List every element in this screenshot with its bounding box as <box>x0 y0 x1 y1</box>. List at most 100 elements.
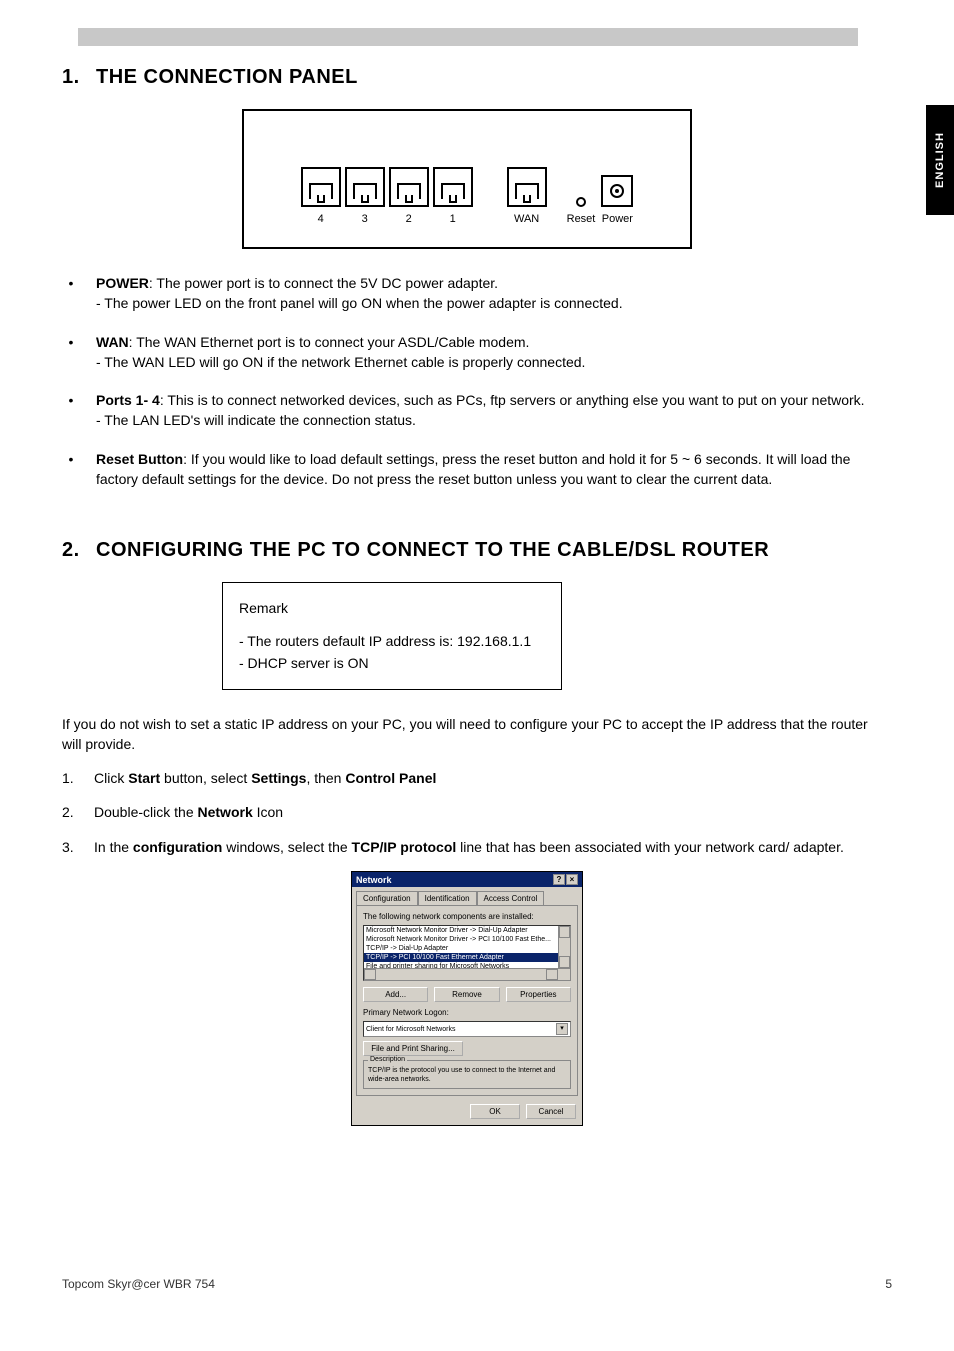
bullet-power-bold: POWER <box>96 275 149 291</box>
tab-configuration[interactable]: Configuration <box>356 891 418 905</box>
bullet-ports: • Ports 1- 4: This is to connect network… <box>66 390 872 431</box>
bullet-reset-text: : If you would like to load default sett… <box>96 451 850 487</box>
logon-label: Primary Network Logon: <box>363 1008 571 1017</box>
step-1-bold-2: Settings <box>251 770 306 786</box>
bullet-ports-bold: Ports 1- 4 <box>96 392 160 408</box>
power-label: Power <box>602 213 633 225</box>
scrollbar-horizontal-icon[interactable] <box>364 968 570 980</box>
remark-box: Remark - The routers default IP address … <box>222 582 562 689</box>
tab-access-control[interactable]: Access Control <box>477 891 545 905</box>
step-2-number: 2. <box>62 802 80 822</box>
step-2-text-b: Icon <box>253 804 283 820</box>
section-2-paragraph: If you do not wish to set a static IP ad… <box>62 714 872 755</box>
bullet-dot-icon: • <box>66 449 76 490</box>
components-listbox[interactable]: Microsoft Network Monitor Driver -> Dial… <box>363 925 571 981</box>
chevron-down-icon[interactable]: ▾ <box>556 1023 568 1035</box>
step-1-text-a: Click <box>94 770 128 786</box>
ok-button[interactable]: OK <box>470 1104 520 1119</box>
components-caption: The following network components are ins… <box>363 912 571 921</box>
port-3-icon <box>345 167 385 207</box>
port-1-label: 1 <box>450 213 456 225</box>
properties-button[interactable]: Properties <box>506 987 571 1002</box>
step-3-text-c: line that has been associated with your … <box>456 839 844 855</box>
step-1-bold-1: Start <box>128 770 160 786</box>
bullet-power-text: : The power port is to connect the 5V DC… <box>149 275 498 291</box>
section-2-heading: 2. CONFIGURING THE PC TO CONNECT TO THE … <box>62 539 872 562</box>
page-footer: Topcom Skyr@cer WBR 754 5 <box>62 1277 892 1291</box>
bullet-power: • POWER: The power port is to connect th… <box>66 273 872 314</box>
close-icon[interactable]: × <box>566 874 578 885</box>
remove-button[interactable]: Remove <box>434 987 499 1002</box>
logon-value: Client for Microsoft Networks <box>366 1026 455 1033</box>
section-1-bullets: • POWER: The power port is to connect th… <box>66 273 872 489</box>
dialog-tabs: Configuration Identification Access Cont… <box>352 887 582 905</box>
step-2-text-a: Double-click the <box>94 804 198 820</box>
page-content: 1. THE CONNECTION PANEL 4 3 2 1 WAN Rese… <box>62 66 872 1126</box>
port-2-icon <box>389 167 429 207</box>
bullet-ports-text: : This is to connect networked devices, … <box>160 392 865 408</box>
remark-line-2: - DHCP server is ON <box>239 652 545 674</box>
wan-port-icon <box>507 167 547 207</box>
bullet-wan: • WAN: The WAN Ethernet port is to conne… <box>66 332 872 373</box>
power-jack-icon <box>601 175 633 207</box>
file-print-sharing-button[interactable]: File and Print Sharing... <box>363 1041 463 1056</box>
wan-port-label: WAN <box>514 213 539 225</box>
description-fieldset: Description TCP/IP is the protocol you u… <box>363 1060 571 1089</box>
dialog-titlebar: Network ? × <box>352 872 582 887</box>
reset-button-icon <box>576 197 586 207</box>
step-1-text-c: , then <box>306 770 345 786</box>
port-3-label: 3 <box>362 213 368 225</box>
language-tab: ENGLISH <box>926 105 954 215</box>
add-button[interactable]: Add... <box>363 987 428 1002</box>
port-4-label: 4 <box>318 213 324 225</box>
header-bar <box>78 28 858 46</box>
bullet-reset: • Reset Button: If you would like to loa… <box>66 449 872 490</box>
dialog-body: The following network components are ins… <box>356 905 578 1096</box>
step-2-bold-1: Network <box>198 804 253 820</box>
port-2-label: 2 <box>406 213 412 225</box>
reset-label: Reset <box>567 213 596 225</box>
bullet-wan-bold: WAN <box>96 334 129 350</box>
description-legend: Description <box>368 1056 407 1063</box>
step-1: 1. Click Start button, select Settings, … <box>62 768 872 788</box>
tab-identification[interactable]: Identification <box>418 891 477 905</box>
bullet-reset-bold: Reset Button <box>96 451 183 467</box>
cancel-button[interactable]: Cancel <box>526 1104 576 1119</box>
bullet-power-sub: - The power LED on the front panel will … <box>96 295 623 311</box>
step-3-bold-2: TCP/IP protocol <box>352 839 457 855</box>
lan-port-group: 4 3 2 1 <box>301 167 473 225</box>
step-1-number: 1. <box>62 768 80 788</box>
remark-heading: Remark <box>239 597 545 619</box>
port-1-icon <box>433 167 473 207</box>
bullet-ports-sub: - The LAN LED's will indicate the connec… <box>96 412 416 428</box>
logon-combobox[interactable]: Client for Microsoft Networks ▾ <box>363 1021 571 1037</box>
description-text: TCP/IP is the protocol you use to connec… <box>368 1066 566 1084</box>
port-4-icon <box>301 167 341 207</box>
help-icon[interactable]: ? <box>553 874 565 885</box>
footer-product: Topcom Skyr@cer WBR 754 <box>62 1277 215 1291</box>
step-1-bold-3: Control Panel <box>345 770 436 786</box>
bullet-dot-icon: • <box>66 332 76 373</box>
step-3-number: 3. <box>62 837 80 857</box>
list-item[interactable]: Microsoft Network Monitor Driver -> Dial… <box>364 926 570 935</box>
step-3-text-a: In the <box>94 839 133 855</box>
bullet-dot-icon: • <box>66 390 76 431</box>
language-tab-label: ENGLISH <box>934 132 946 188</box>
section-1-heading: 1. THE CONNECTION PANEL <box>62 66 872 89</box>
step-3-text-b: windows, select the <box>222 839 351 855</box>
section-1-title: THE CONNECTION PANEL <box>96 66 358 89</box>
dialog-title: Network <box>356 875 392 885</box>
bullet-wan-sub: - The WAN LED will go ON if the network … <box>96 354 585 370</box>
scrollbar-vertical-icon[interactable] <box>558 926 570 968</box>
remark-line-1: - The routers default IP address is: 192… <box>239 630 545 652</box>
list-item[interactable]: Microsoft Network Monitor Driver -> PCI … <box>364 935 570 944</box>
step-2: 2. Double-click the Network Icon <box>62 802 872 822</box>
footer-page-number: 5 <box>885 1277 892 1291</box>
list-item[interactable]: TCP/IP -> Dial-Up Adapter <box>364 944 570 953</box>
bullet-dot-icon: • <box>66 273 76 314</box>
section-2-title: CONFIGURING THE PC TO CONNECT TO THE CAB… <box>96 539 769 562</box>
list-item-selected[interactable]: TCP/IP -> PCI 10/100 Fast Ethernet Adapt… <box>364 953 570 962</box>
step-1-text-b: button, select <box>160 770 251 786</box>
bullet-wan-text: : The WAN Ethernet port is to connect yo… <box>129 334 530 350</box>
step-3: 3. In the configuration windows, select … <box>62 837 872 857</box>
